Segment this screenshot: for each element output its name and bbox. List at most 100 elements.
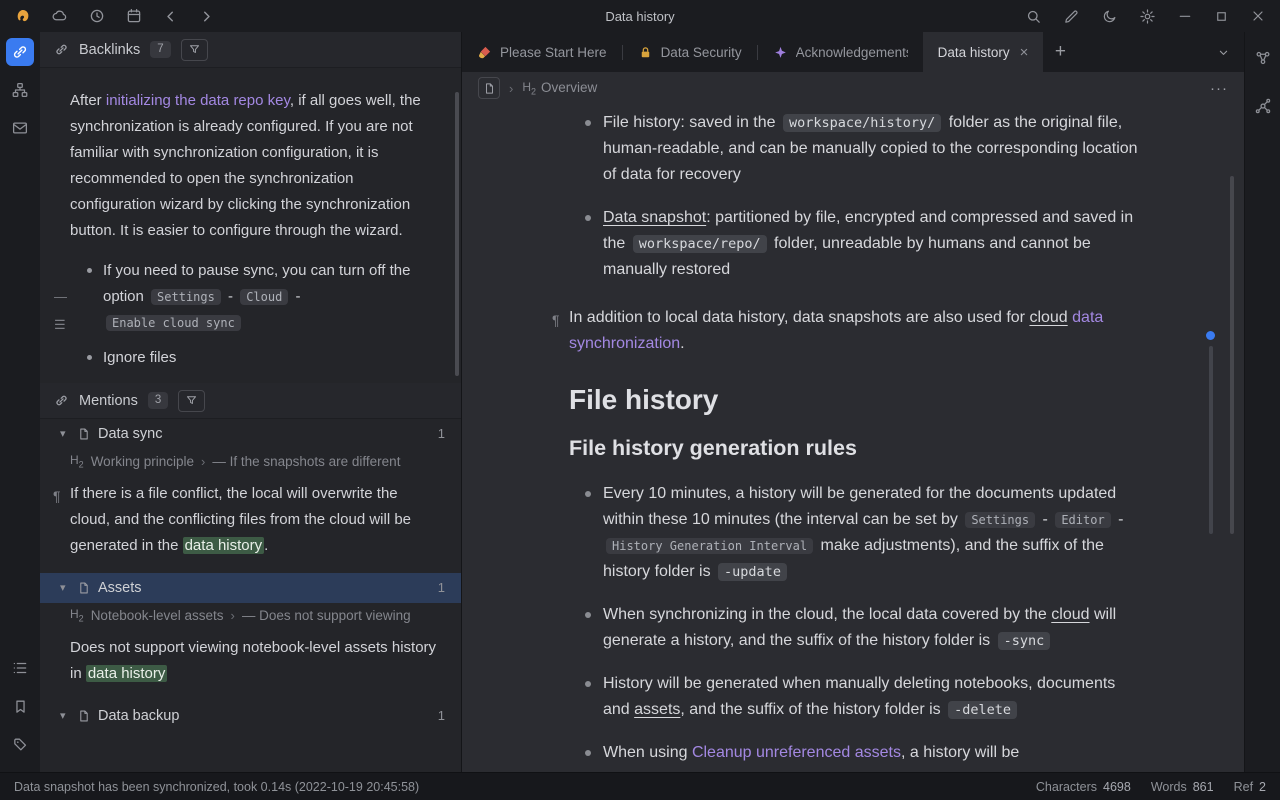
list-item[interactable]: Data snapshot: partitioned by file, encr…: [603, 205, 1144, 283]
mention-item-data-backup[interactable]: ▾ Data backup 1: [40, 701, 461, 731]
list-item[interactable]: File history: saved in the workspace/his…: [603, 110, 1144, 188]
backlinks-count-badge: 7: [150, 41, 170, 58]
inbox-icon[interactable]: [6, 114, 34, 142]
tab-acknowledgements[interactable]: Acknowledgements: [758, 32, 923, 72]
left-dock: [0, 32, 40, 772]
more-icon[interactable]: ···: [1210, 80, 1228, 97]
main-area: Please Start Here Data Security Acknowle…: [462, 32, 1244, 772]
mention-item-label: Data sync: [98, 421, 162, 447]
list-item[interactable]: If you need to pause sync, you can turn …: [103, 258, 437, 336]
tab-bar: Please Start Here Data Security Acknowle…: [462, 32, 1244, 72]
outline-icon[interactable]: [6, 654, 34, 682]
paragraph-icon: ¶: [552, 307, 560, 333]
mention-paragraph[interactable]: Does not support viewing notebook-level …: [70, 635, 439, 687]
list-item[interactable]: When synchronizing in the cloud, the loc…: [603, 602, 1144, 654]
heading-tag: H2: [522, 80, 536, 96]
list-item[interactable]: When using Cleanup unreferenced assets, …: [603, 740, 1144, 766]
chevron-down-icon[interactable]: ▾: [60, 575, 70, 601]
backlinks-header: Backlinks 7: [40, 32, 461, 68]
graph-tree-icon[interactable]: [6, 76, 34, 104]
text-segment: .: [680, 335, 684, 352]
text-segment: cloud: [1051, 606, 1089, 623]
mention-item-label: Assets: [98, 575, 142, 601]
list-item[interactable]: Every 10 minutes, a history will be gene…: [603, 481, 1144, 585]
data-history-icon[interactable]: [88, 7, 106, 25]
text-segment: File history: saved in the: [603, 114, 780, 131]
mention-item-count: 1: [438, 421, 445, 447]
text-segment: workspace/history/: [783, 114, 941, 132]
back-icon[interactable]: [162, 8, 179, 25]
breadcrumb-heading[interactable]: H2 Overview: [522, 80, 597, 96]
gutter-list-icon[interactable]: ☰: [54, 318, 66, 331]
siyuan-logo[interactable]: [14, 7, 32, 25]
theme-icon[interactable]: [1101, 8, 1118, 25]
graph-icon[interactable]: [1249, 44, 1277, 72]
mention-item-assets[interactable]: ▾ Assets 1: [40, 573, 461, 603]
tab-please-start-here[interactable]: Please Start Here: [462, 32, 622, 72]
block-collapse-icon[interactable]: —: [54, 290, 67, 303]
text-segment: After: [70, 92, 106, 109]
panel-scrollbar[interactable]: [455, 92, 459, 376]
backlink-paragraph[interactable]: After initializing the data repo key, if…: [70, 88, 437, 244]
doc-paragraph[interactable]: ¶ In addition to local data history, dat…: [569, 305, 1144, 357]
scroll-position-dot[interactable]: [1206, 331, 1215, 340]
text-segment: Enable cloud sync: [106, 315, 241, 331]
chevron-right-icon: ›: [509, 81, 513, 96]
doc-list-rules: Every 10 minutes, a history will be gene…: [569, 481, 1144, 766]
close-tab-icon[interactable]: ×: [1020, 44, 1029, 61]
list-item[interactable]: History will be generated when manually …: [603, 671, 1144, 723]
tab-list-menu-button[interactable]: [1202, 32, 1244, 72]
text-segment: Ignore files: [103, 349, 176, 366]
settings-icon[interactable]: [1139, 8, 1156, 25]
daily-note-icon[interactable]: [125, 7, 143, 25]
chevron-down-icon[interactable]: ▾: [60, 703, 70, 729]
text-segment: data history: [86, 665, 168, 682]
tag-icon[interactable]: [6, 730, 34, 758]
mentions-header: Mentions 3: [40, 383, 461, 419]
cloud-sync-icon[interactable]: [51, 7, 69, 25]
forward-icon[interactable]: [198, 8, 215, 25]
backlinks-content: After initializing the data repo key, if…: [40, 68, 461, 772]
doc-heading-1[interactable]: File history: [569, 381, 1144, 419]
minimize-icon[interactable]: [1177, 8, 1193, 24]
mention-breadcrumb[interactable]: H2 Working principle › — If the snapshot…: [40, 449, 461, 475]
text-segment: History Generation Interval: [606, 538, 813, 554]
mention-item-count: 1: [438, 703, 445, 729]
tab-data-history[interactable]: Data history ×: [923, 32, 1044, 72]
document-icon: [77, 709, 91, 723]
backlinks-dock-icon[interactable]: [6, 38, 34, 66]
editor-scrollbar[interactable]: [1230, 176, 1234, 534]
mentions-title: Mentions: [79, 388, 138, 414]
new-tab-button[interactable]: +: [1043, 32, 1077, 72]
text-segment: -delete: [948, 701, 1017, 719]
heading-tag: H2: [70, 601, 84, 631]
breadcrumb-section: Working principle: [91, 449, 194, 475]
list-item[interactable]: Ignore files: [103, 345, 437, 371]
text-segment: data history: [183, 537, 265, 554]
tab-data-security[interactable]: Data Security: [623, 32, 757, 72]
document-icon[interactable]: [478, 77, 500, 99]
scroll-position-track[interactable]: [1209, 346, 1213, 534]
ref-link[interactable]: initializing the data repo key: [106, 92, 290, 109]
mention-breadcrumb[interactable]: H2 Notebook-level assets › — Does not su…: [40, 603, 461, 629]
doc-heading-2[interactable]: File history generation rules: [569, 433, 1144, 463]
edit-icon[interactable]: [1063, 8, 1080, 25]
mention-paragraph[interactable]: ¶ If there is a file conflict, the local…: [70, 481, 439, 559]
backlink-list: If you need to pause sync, you can turn …: [103, 258, 437, 371]
tab-label: Data history: [938, 45, 1010, 60]
characters-label: Characters: [1036, 780, 1097, 794]
heading-tag: H2: [70, 447, 84, 477]
mentions-filter-button[interactable]: [178, 390, 205, 412]
text-segment: -: [224, 288, 237, 305]
chevron-down-icon[interactable]: ▾: [60, 421, 70, 447]
mention-item-data-sync[interactable]: ▾ Data sync 1: [40, 419, 461, 449]
local-graph-icon[interactable]: [1249, 92, 1277, 120]
search-icon[interactable]: [1025, 8, 1042, 25]
ref-link[interactable]: Cleanup unreferenced assets: [692, 744, 901, 761]
doc-breadcrumb: › H2 Overview ···: [462, 72, 1244, 104]
bookmark-icon[interactable]: [6, 692, 34, 720]
editor[interactable]: File history: saved in the workspace/his…: [462, 104, 1244, 772]
backlinks-filter-button[interactable]: [181, 39, 208, 61]
maximize-icon[interactable]: [1214, 9, 1229, 24]
close-icon[interactable]: [1250, 8, 1266, 24]
